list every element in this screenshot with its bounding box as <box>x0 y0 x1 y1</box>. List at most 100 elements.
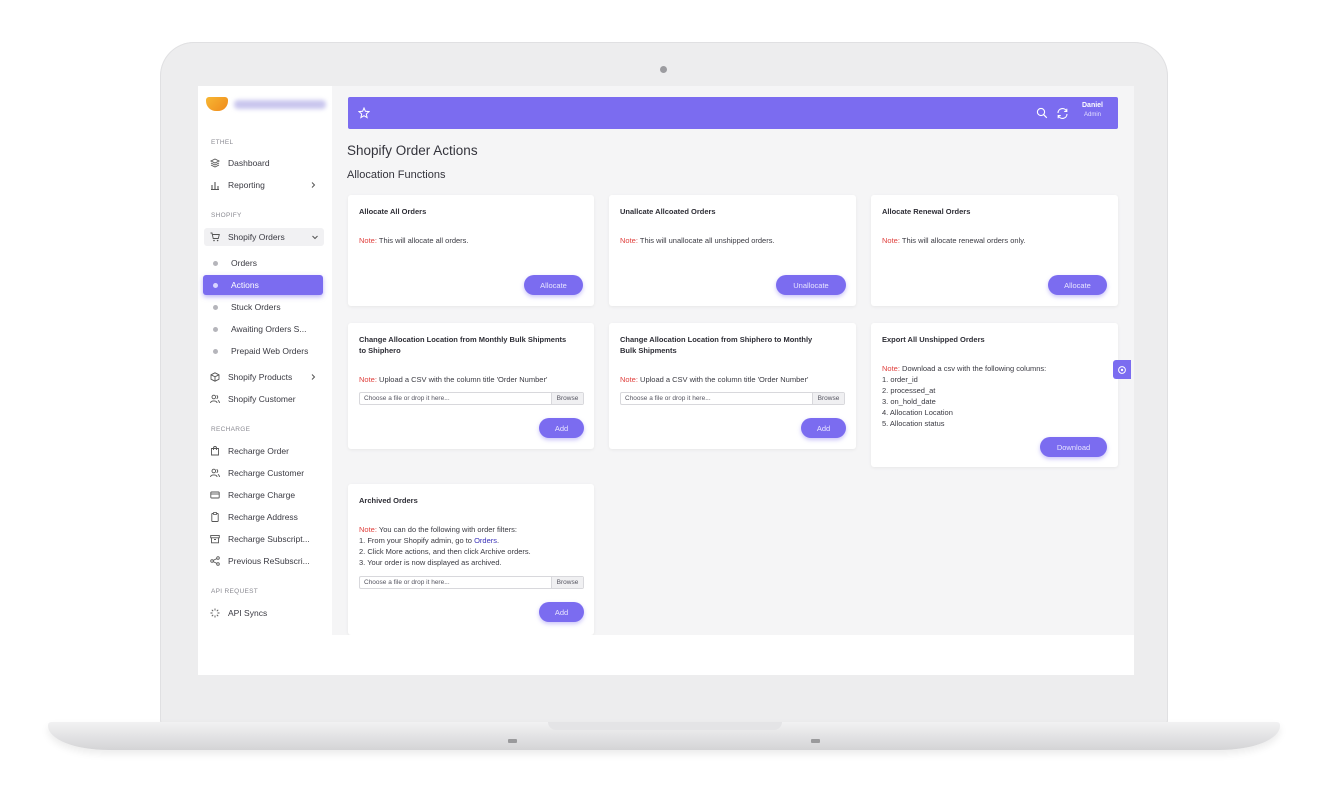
card-title-line: to Shiphero <box>359 346 401 355</box>
card-note: Note: This will unallocate all unshipped… <box>620 235 775 246</box>
column-list-item: 3. on_hold_date <box>882 397 936 406</box>
column-list-item: 4. Allocation Location <box>882 408 953 417</box>
note-label: Note: <box>620 375 638 384</box>
search-icon[interactable] <box>1036 107 1048 119</box>
section-label-api-request: API REQUEST <box>211 588 259 595</box>
step-text: . <box>496 536 500 545</box>
chevron-right-icon <box>308 180 318 190</box>
browse-button[interactable]: Browse <box>812 393 844 404</box>
sidebar-item-label: API Syncs <box>228 608 268 618</box>
note-label: Note: <box>359 375 377 384</box>
sidebar-item-recharge-order[interactable]: Recharge Order <box>210 442 322 460</box>
card-change-location-to-shiphero: Change Allocation Location from Monthly … <box>348 323 594 449</box>
users-icon <box>210 394 220 404</box>
sidebar-item-label: Awaiting Orders S... <box>231 324 307 334</box>
settings-drawer-toggle[interactable] <box>1113 360 1131 379</box>
sidebar-subitem-stuck-orders[interactable]: Stuck Orders <box>203 297 323 317</box>
laptop-mockup: ETHEL Dashboard Reporting SHOPIFY Shopif… <box>0 0 1324 808</box>
note-label: Note: <box>359 525 377 534</box>
share-icon <box>210 556 220 566</box>
instruction-step-1: 1. From your Shopify admin, go to Orders… <box>359 535 499 546</box>
allocate-renewal-button[interactable]: Allocate <box>1048 275 1107 295</box>
bullet-icon <box>213 326 218 332</box>
card-allocate-all-orders: Allocate All Orders Note: This will allo… <box>348 195 594 306</box>
download-button[interactable]: Download <box>1040 437 1107 457</box>
add-to-shiphero-button[interactable]: Add <box>539 418 584 438</box>
sidebar-subitem-orders[interactable]: Orders <box>203 253 323 273</box>
column-list-item: 5. Allocation status <box>882 419 945 428</box>
brand-logo[interactable] <box>206 97 326 111</box>
file-upload-input[interactable]: Choose a file or drop it here... Browse <box>359 392 584 405</box>
sidebar-item-recharge-charge[interactable]: Recharge Charge <box>210 486 322 504</box>
section-label-shopify: SHOPIFY <box>211 212 242 219</box>
file-upload-input[interactable]: Choose a file or drop it here... Browse <box>359 576 584 589</box>
file-upload-input[interactable]: Choose a file or drop it here... Browse <box>620 392 845 405</box>
sidebar-item-label: Recharge Order <box>228 446 289 456</box>
sidebar-item-label: Recharge Address <box>228 512 298 522</box>
note-label: Note: <box>359 236 377 245</box>
bullet-icon <box>213 304 218 310</box>
note-label: Note: <box>620 236 638 245</box>
sidebar-item-reporting[interactable]: Reporting <box>210 176 322 194</box>
sidebar-subitem-prepaid-web-orders[interactable]: Prepaid Web Orders <box>203 341 323 361</box>
card-title: Allocate Renewal Orders <box>882 207 971 216</box>
bar-chart-icon <box>210 180 220 190</box>
note-text: This will allocate renewal orders only. <box>899 236 1026 245</box>
instruction-step-2: 2. Click More actions, and then click Ar… <box>359 547 531 556</box>
bullet-icon <box>213 348 218 354</box>
sidebar-item-label: Recharge Charge <box>228 490 296 500</box>
instruction-step-3: 3. Your order is now displayed as archiv… <box>359 558 502 567</box>
sidebar: ETHEL Dashboard Reporting SHOPIFY Shopif… <box>198 86 332 635</box>
chevron-right-icon <box>308 372 318 382</box>
clipboard-icon <box>210 512 220 522</box>
card-title-line: Bulk Shipments <box>620 346 677 355</box>
sidebar-subitem-awaiting-orders[interactable]: Awaiting Orders S... <box>203 319 323 339</box>
note-text: This will allocate all orders. <box>376 236 469 245</box>
section-label-recharge: RECHARGE <box>211 426 251 433</box>
orders-link[interactable]: Orders <box>474 536 497 545</box>
note-text: This will unallocate all unshipped order… <box>637 236 775 245</box>
add-to-bulk-button[interactable]: Add <box>801 418 846 438</box>
unallocate-button[interactable]: Unallocate <box>776 275 846 295</box>
note-text: Download a csv with the following column… <box>899 364 1047 373</box>
sidebar-item-label: Prepaid Web Orders <box>231 346 309 356</box>
user-name[interactable]: Daniel <box>1082 102 1103 109</box>
box-icon <box>210 372 220 382</box>
card-title: Change Allocation Location from Shiphero… <box>620 334 812 356</box>
sidebar-item-api-syncs[interactable]: API Syncs <box>210 604 322 622</box>
sidebar-item-dashboard[interactable]: Dashboard <box>210 154 322 172</box>
loader-icon <box>210 608 220 618</box>
add-archived-button[interactable]: Add <box>539 602 584 622</box>
card-title: Allocate All Orders <box>359 207 427 216</box>
sidebar-item-recharge-address[interactable]: Recharge Address <box>210 508 322 526</box>
sidebar-item-label: Shopify Customer <box>228 394 296 404</box>
archive-icon <box>210 534 220 544</box>
browse-button[interactable]: Browse <box>551 577 583 588</box>
sidebar-item-label: Orders <box>231 258 257 268</box>
allocate-all-button[interactable]: Allocate <box>524 275 583 295</box>
file-placeholder: Choose a file or drop it here... <box>364 395 450 402</box>
star-icon[interactable] <box>358 107 370 119</box>
refresh-icon[interactable] <box>1056 107 1069 120</box>
sidebar-item-recharge-customer[interactable]: Recharge Customer <box>210 464 322 482</box>
top-bar: Daniel Admin <box>348 97 1118 129</box>
sidebar-item-previous-resubscriptions[interactable]: Previous ReSubscri... <box>210 552 322 570</box>
chevron-down-icon <box>310 232 320 242</box>
card-title-line: Change Allocation Location from Monthly … <box>359 335 567 344</box>
credit-card-icon <box>210 490 220 500</box>
sidebar-item-label: Actions <box>231 280 259 290</box>
note-text: Upload a CSV with the column title 'Orde… <box>637 375 809 384</box>
sidebar-item-shopify-customer[interactable]: Shopify Customer <box>210 390 322 408</box>
sidebar-item-shopify-products[interactable]: Shopify Products <box>210 368 322 386</box>
card-title: Change Allocation Location from Monthly … <box>359 334 566 356</box>
browse-button[interactable]: Browse <box>551 393 583 404</box>
sidebar-item-shopify-orders[interactable]: Shopify Orders <box>204 228 324 246</box>
bullet-icon <box>213 260 218 266</box>
sidebar-item-recharge-subscriptions[interactable]: Recharge Subscript... <box>210 530 322 548</box>
sidebar-subitem-actions[interactable]: Actions <box>203 275 323 295</box>
layers-icon <box>210 158 220 168</box>
main-content: Daniel Admin Shopify Order Actions Alloc… <box>332 86 1134 635</box>
card-title: Unallcate Allcoated Orders <box>620 207 716 216</box>
file-placeholder: Choose a file or drop it here... <box>364 579 450 586</box>
card-note: Note: This will allocate renewal orders … <box>882 235 1026 246</box>
